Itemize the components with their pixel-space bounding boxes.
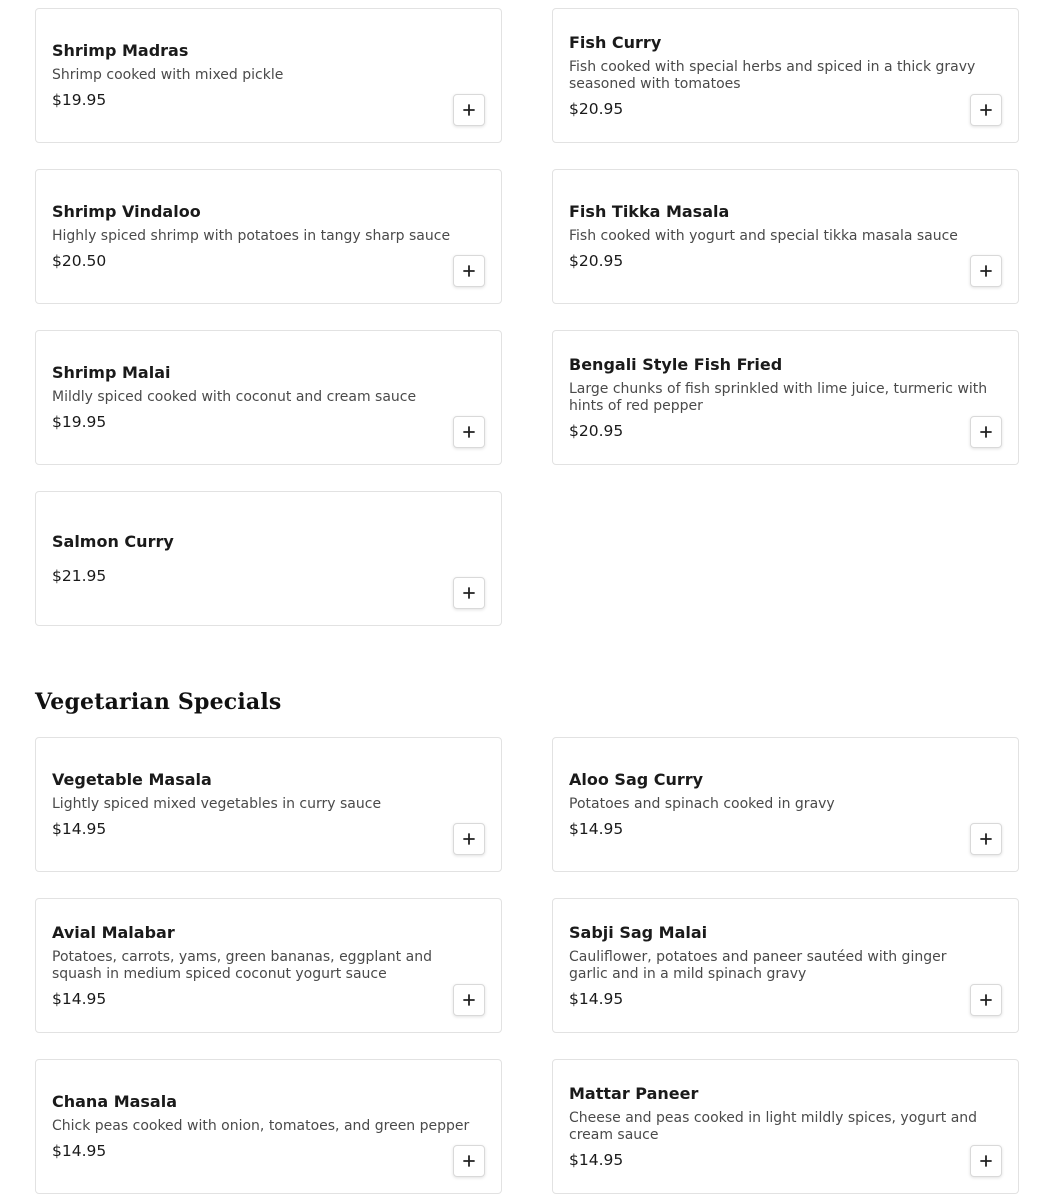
item-description: Shrimp cooked with mixed pickle bbox=[52, 67, 284, 83]
menu-item-content: Avial Malabar Potatoes, carrots, yams, g… bbox=[52, 899, 485, 1032]
menu-item-content: Bengali Style Fish Fried Large chunks of… bbox=[569, 331, 1002, 464]
plus-icon bbox=[463, 1155, 475, 1167]
menu-item-content: Fish Curry Fish cooked with special herb… bbox=[569, 9, 1002, 142]
item-price: $20.50 bbox=[52, 252, 107, 270]
menu-item-content: Shrimp Vindaloo Highly spiced shrimp wit… bbox=[52, 170, 485, 303]
menu-item-card[interactable]: Salmon Curry $21.95 bbox=[35, 491, 502, 626]
item-name: Shrimp Madras bbox=[52, 41, 189, 60]
item-description: Potatoes and spinach cooked in gravy bbox=[569, 796, 835, 812]
plus-icon bbox=[980, 426, 992, 438]
item-description: Lightly spiced mixed vegetables in curry… bbox=[52, 796, 382, 812]
item-name: Mattar Paneer bbox=[569, 1083, 699, 1103]
menu-item-content: Aloo Sag Curry Potatoes and spinach cook… bbox=[569, 738, 1002, 871]
plus-icon bbox=[980, 104, 992, 116]
item-name: Chana Masala bbox=[52, 1092, 178, 1111]
menu-item-card[interactable]: Shrimp Madras Shrimp cooked with mixed p… bbox=[35, 8, 502, 143]
menu-item-card[interactable]: Avial Malabar Potatoes, carrots, yams, g… bbox=[35, 898, 502, 1033]
item-description: Mildly spiced cooked with coconut and cr… bbox=[52, 389, 417, 405]
menu-item-card[interactable]: Vegetable Masala Lightly spiced mixed ve… bbox=[35, 737, 502, 872]
item-name: Fish Tikka Masala bbox=[569, 202, 730, 221]
plus-icon bbox=[463, 994, 475, 1006]
plus-icon bbox=[463, 426, 475, 438]
item-name: Bengali Style Fish Fried bbox=[569, 354, 783, 374]
add-to-cart-button[interactable] bbox=[970, 984, 1002, 1016]
menu-item-content: Shrimp Malai Mildly spiced cooked with c… bbox=[52, 331, 485, 464]
item-description: Large chunks of fish sprinkled with lime… bbox=[569, 380, 988, 414]
plus-icon bbox=[980, 265, 992, 277]
menu-item-card[interactable]: Shrimp Vindaloo Highly spiced shrimp wit… bbox=[35, 169, 502, 304]
item-price: $19.95 bbox=[52, 91, 107, 109]
item-price: $14.95 bbox=[52, 989, 107, 1008]
add-to-cart-button[interactable] bbox=[970, 94, 1002, 126]
item-description: Cheese and peas cooked in light mildly s… bbox=[569, 1109, 978, 1143]
add-to-cart-button[interactable] bbox=[453, 94, 485, 126]
add-to-cart-button[interactable] bbox=[453, 255, 485, 287]
menu-item-card[interactable]: Aloo Sag Curry Potatoes and spinach cook… bbox=[552, 737, 1019, 872]
add-to-cart-button[interactable] bbox=[453, 577, 485, 609]
menu-item-card[interactable]: Sabji Sag Malai Cauliflower, potatoes an… bbox=[552, 898, 1019, 1033]
plus-icon bbox=[463, 587, 475, 599]
item-name: Sabji Sag Malai bbox=[569, 922, 708, 942]
item-price: $14.95 bbox=[52, 1142, 107, 1160]
add-to-cart-button[interactable] bbox=[970, 823, 1002, 855]
item-price: $14.95 bbox=[52, 820, 107, 838]
item-description: Fish cooked with yogurt and special tikk… bbox=[569, 228, 958, 244]
menu-item-content: Vegetable Masala Lightly spiced mixed ve… bbox=[52, 738, 485, 871]
item-name: Fish Curry bbox=[569, 32, 662, 52]
add-to-cart-button[interactable] bbox=[970, 416, 1002, 448]
item-description: Chick peas cooked with onion, tomatoes, … bbox=[52, 1118, 470, 1134]
add-to-cart-button[interactable] bbox=[970, 255, 1002, 287]
plus-icon bbox=[463, 833, 475, 845]
add-to-cart-button[interactable] bbox=[453, 416, 485, 448]
item-description: Fish cooked with special herbs and spice… bbox=[569, 58, 976, 92]
menu-item-content: Chana Masala Chick peas cooked with onio… bbox=[52, 1060, 485, 1193]
item-price: $14.95 bbox=[569, 1150, 624, 1169]
menu-item-content: Fish Tikka Masala Fish cooked with yogur… bbox=[569, 170, 1002, 303]
item-name: Avial Malabar bbox=[52, 922, 175, 942]
menu-item-card[interactable]: Fish Tikka Masala Fish cooked with yogur… bbox=[552, 169, 1019, 304]
menu-item-card[interactable]: Shrimp Malai Mildly spiced cooked with c… bbox=[35, 330, 502, 465]
menu-item-card[interactable]: Chana Masala Chick peas cooked with onio… bbox=[35, 1059, 502, 1194]
item-price: $14.95 bbox=[569, 989, 624, 1008]
menu-item-content: Salmon Curry $21.95 bbox=[52, 492, 485, 625]
plus-icon bbox=[980, 994, 992, 1006]
item-name: Aloo Sag Curry bbox=[569, 770, 704, 789]
item-name: Shrimp Vindaloo bbox=[52, 202, 201, 221]
item-price: $21.95 bbox=[52, 566, 107, 585]
item-name: Salmon Curry bbox=[52, 531, 174, 551]
item-price: $20.95 bbox=[569, 252, 624, 270]
item-price: $20.95 bbox=[569, 421, 624, 440]
add-to-cart-button[interactable] bbox=[453, 984, 485, 1016]
add-to-cart-button[interactable] bbox=[970, 1145, 1002, 1177]
menu-item-content: Sabji Sag Malai Cauliflower, potatoes an… bbox=[569, 899, 1002, 1032]
section-heading-vegetarian: Vegetarian Specials bbox=[35, 689, 282, 715]
item-description: Highly spiced shrimp with potatoes in ta… bbox=[52, 228, 451, 244]
plus-icon bbox=[463, 265, 475, 277]
item-description: Potatoes, carrots, yams, green bananas, … bbox=[52, 948, 432, 982]
add-to-cart-button[interactable] bbox=[453, 823, 485, 855]
item-price: $14.95 bbox=[569, 820, 624, 838]
item-price: $19.95 bbox=[52, 413, 107, 431]
item-name: Shrimp Malai bbox=[52, 363, 171, 382]
item-description: Cauliflower, potatoes and paneer sautéed… bbox=[569, 948, 947, 982]
menu-item-content: Shrimp Madras Shrimp cooked with mixed p… bbox=[52, 9, 485, 142]
plus-icon bbox=[980, 1155, 992, 1167]
menu-item-card[interactable]: Mattar Paneer Cheese and peas cooked in … bbox=[552, 1059, 1019, 1194]
plus-icon bbox=[463, 104, 475, 116]
plus-icon bbox=[980, 833, 992, 845]
menu-item-card[interactable]: Bengali Style Fish Fried Large chunks of… bbox=[552, 330, 1019, 465]
menu-item-content: Mattar Paneer Cheese and peas cooked in … bbox=[569, 1060, 1002, 1193]
menu-item-card[interactable]: Fish Curry Fish cooked with special herb… bbox=[552, 8, 1019, 143]
add-to-cart-button[interactable] bbox=[453, 1145, 485, 1177]
item-name: Vegetable Masala bbox=[52, 770, 212, 789]
item-price: $20.95 bbox=[569, 99, 624, 118]
